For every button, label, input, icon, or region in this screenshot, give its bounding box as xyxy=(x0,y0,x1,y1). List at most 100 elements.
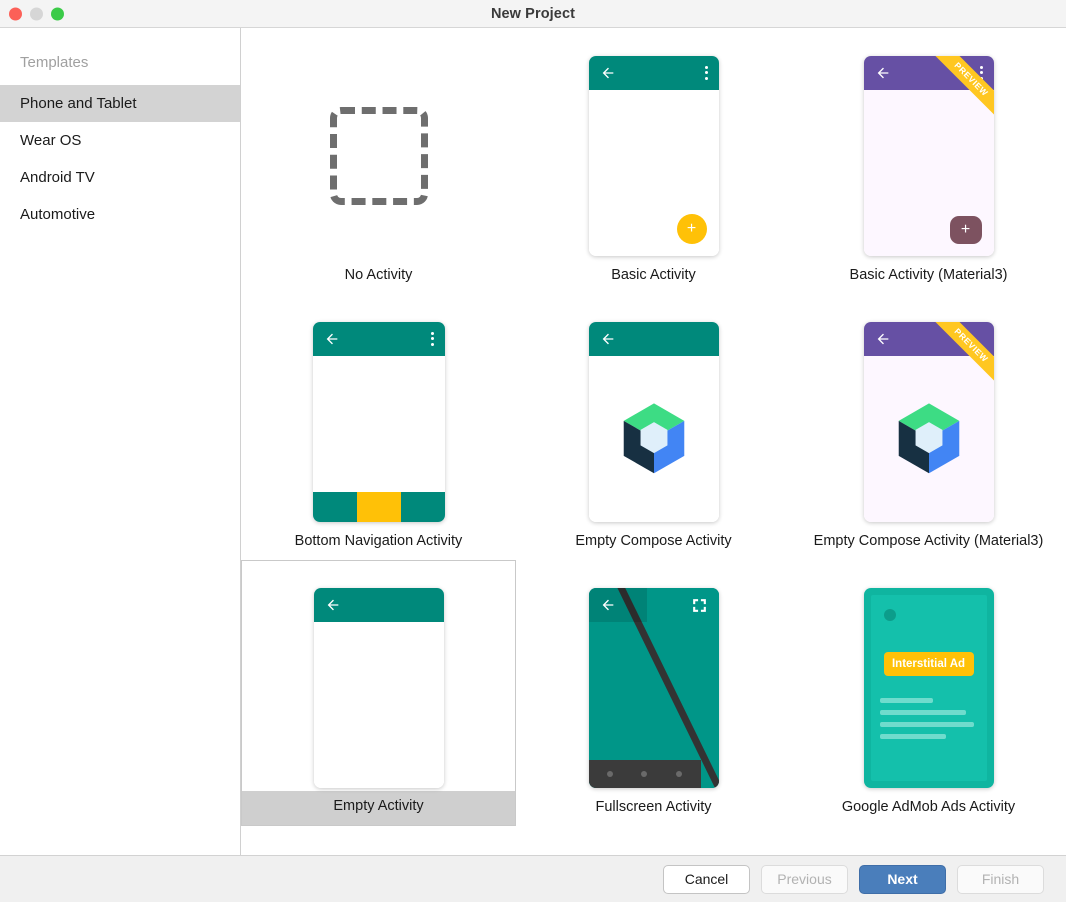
phone-preview: + xyxy=(588,55,719,256)
sidebar-item-automotive[interactable]: Automotive xyxy=(0,196,240,233)
back-arrow-icon xyxy=(602,67,613,78)
sidebar-item-android-tv[interactable]: Android TV xyxy=(0,159,240,196)
template-thumbnail: PREVIEW + xyxy=(791,51,1066,260)
template-thumbnail xyxy=(241,317,516,526)
bottom-nav-item xyxy=(312,491,357,522)
template-card-google-admob-ads-activity[interactable]: Interstitial Ad Google AdMob Ads Activit… xyxy=(791,560,1066,826)
placeholder-line xyxy=(879,709,966,715)
floating-action-button-icon: + xyxy=(676,213,707,244)
nav-dot xyxy=(641,770,648,777)
template-thumbnail: PREVIEW xyxy=(791,317,1066,526)
close-button[interactable] xyxy=(9,7,22,20)
dashed-square-icon xyxy=(329,106,428,205)
template-thumbnail xyxy=(516,317,791,526)
sidebar-item-label: Android TV xyxy=(20,169,95,186)
template-thumbnail: + xyxy=(516,51,791,260)
back-arrow-icon xyxy=(326,333,337,344)
template-gallery[interactable]: No Activity + Basic Activity PREVIEW + B… xyxy=(241,28,1066,855)
template-card-empty-compose-activity[interactable]: Empty Compose Activity xyxy=(516,294,791,560)
template-thumbnail xyxy=(241,51,516,260)
template-card-basic-activity-material3[interactable]: PREVIEW + Basic Activity (Material3) xyxy=(791,28,1066,294)
sidebar-item-label: Phone and Tablet xyxy=(20,95,137,112)
finish-button[interactable]: Finish xyxy=(957,864,1044,894)
phone-preview: PREVIEW + xyxy=(863,55,994,256)
template-card-empty-activity[interactable]: Empty Activity xyxy=(241,560,516,826)
bottom-navigation-bar xyxy=(312,491,445,522)
template-label: Bottom Navigation Activity xyxy=(294,533,463,549)
app-bar xyxy=(588,587,647,622)
fullscreen-expand-icon xyxy=(692,598,706,612)
overflow-menu-icon xyxy=(979,65,983,80)
app-content: + xyxy=(588,89,719,256)
nav-dot xyxy=(606,770,613,777)
template-card-partial[interactable] xyxy=(516,826,791,855)
window-controls xyxy=(9,7,64,20)
template-thumbnail xyxy=(516,583,791,792)
placeholder-line xyxy=(879,733,947,739)
app-bar xyxy=(588,321,719,356)
template-card-no-activity[interactable]: No Activity xyxy=(241,28,516,294)
template-thumbnail: Interstitial Ad xyxy=(791,583,1066,792)
bottom-nav-item xyxy=(400,491,445,522)
app-content xyxy=(588,355,719,522)
interstitial-ad-button: Interstitial Ad xyxy=(883,651,974,676)
app-bar xyxy=(313,587,444,622)
phone-preview xyxy=(588,587,719,788)
template-label: Empty Compose Activity xyxy=(575,533,732,549)
template-card-partial[interactable] xyxy=(791,826,1066,855)
floating-action-button-icon: + xyxy=(949,215,982,244)
overflow-menu-icon xyxy=(430,331,434,346)
maximize-button[interactable] xyxy=(51,7,64,20)
placeholder-line xyxy=(879,721,974,727)
jetpack-compose-logo-icon xyxy=(623,402,684,473)
content-placeholder-lines xyxy=(879,697,978,746)
sidebar-item-label: Wear OS xyxy=(20,132,82,149)
phone-preview: Interstitial Ad xyxy=(863,587,994,788)
template-card-empty-compose-activity-material3[interactable]: PREVIEW Empty Compose Activity (Material… xyxy=(791,294,1066,560)
app-content xyxy=(312,355,445,492)
nav-dot xyxy=(676,770,683,777)
template-card-basic-activity[interactable]: + Basic Activity xyxy=(516,28,791,294)
dialog-body: Templates Phone and Tablet Wear OS Andro… xyxy=(0,28,1066,855)
sidebar-item-phone-and-tablet[interactable]: Phone and Tablet xyxy=(0,85,240,122)
template-thumbnail xyxy=(242,584,515,791)
template-thumbnail xyxy=(241,849,516,855)
template-label: Basic Activity xyxy=(611,267,696,283)
bottom-nav-item-selected xyxy=(356,491,401,522)
template-card-partial[interactable] xyxy=(241,826,516,855)
template-card-bottom-navigation-activity[interactable]: Bottom Navigation Activity xyxy=(241,294,516,560)
template-label: Empty Activity xyxy=(242,791,515,825)
dialog-footer: Cancel Previous Next Finish xyxy=(0,855,1066,902)
sidebar-item-wear-os[interactable]: Wear OS xyxy=(0,122,240,159)
new-project-dialog: New Project Templates Phone and Tablet W… xyxy=(0,0,1066,902)
template-label: Google AdMob Ads Activity xyxy=(841,799,1016,815)
system-navigation-bar xyxy=(588,759,701,788)
template-card-fullscreen-activity[interactable]: Fullscreen Activity xyxy=(516,560,791,826)
back-arrow-icon xyxy=(877,67,888,78)
previous-button[interactable]: Previous xyxy=(761,864,848,894)
minimize-button[interactable] xyxy=(30,7,43,20)
phone-preview xyxy=(312,321,445,522)
template-thumbnail xyxy=(516,849,791,855)
placeholder-line xyxy=(879,697,934,703)
avatar-placeholder-icon xyxy=(883,608,896,621)
back-arrow-icon xyxy=(602,333,613,344)
sidebar-header: Templates xyxy=(20,54,89,71)
back-arrow-icon xyxy=(877,333,888,344)
next-button[interactable]: Next xyxy=(859,864,946,894)
template-label: Basic Activity (Material3) xyxy=(849,267,1008,283)
template-thumbnail xyxy=(791,849,1066,855)
app-bar xyxy=(863,55,994,90)
overflow-menu-icon xyxy=(704,65,708,80)
app-bar xyxy=(312,321,445,356)
phone-preview xyxy=(588,321,719,522)
app-content: Interstitial Ad xyxy=(870,594,987,781)
cancel-button[interactable]: Cancel xyxy=(663,864,750,894)
template-label: Empty Compose Activity (Material3) xyxy=(813,533,1044,549)
window-title: New Project xyxy=(490,5,576,22)
template-label: Fullscreen Activity xyxy=(595,799,712,815)
app-bar xyxy=(588,55,719,90)
app-bar xyxy=(863,321,994,356)
app-content: + xyxy=(863,89,994,256)
template-grid: No Activity + Basic Activity PREVIEW + B… xyxy=(241,28,1066,855)
